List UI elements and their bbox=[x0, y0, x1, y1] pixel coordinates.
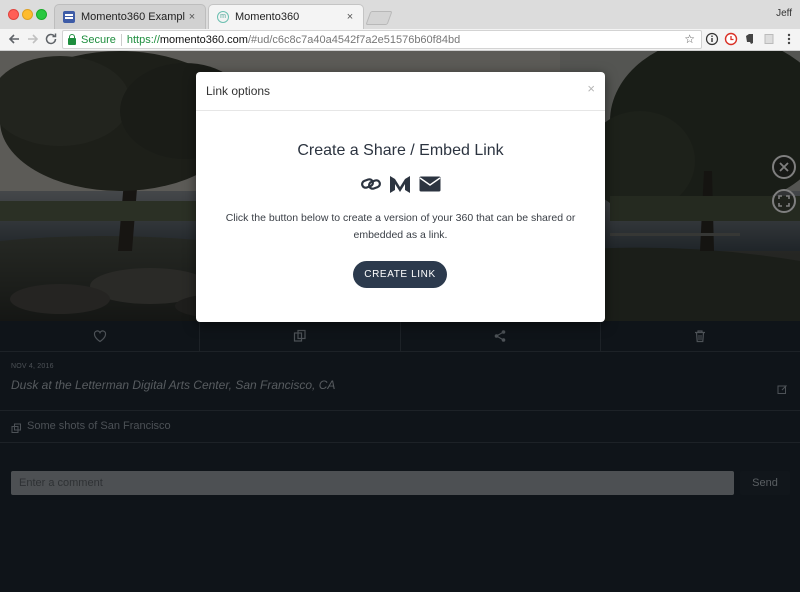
link-options-modal: Link options × Create a Share / Embed Li… bbox=[196, 72, 605, 322]
address-bar[interactable]: Secure https:// momento360.com /#ud/c6c8… bbox=[62, 30, 702, 49]
info-extension-icon[interactable] bbox=[705, 32, 719, 46]
modal-heading: Create a Share / Embed Link bbox=[297, 142, 504, 159]
link-icon bbox=[360, 178, 381, 190]
modal-close-icon[interactable]: × bbox=[587, 81, 595, 96]
page-content: NOV 4, 2016 Dusk at the Letterman Digita… bbox=[0, 51, 800, 592]
momento-logo-icon bbox=[389, 176, 410, 193]
tab-close-icon[interactable]: × bbox=[343, 11, 357, 23]
url-host: momento360.com bbox=[159, 33, 248, 46]
modal-header: Link options × bbox=[196, 72, 605, 111]
reload-icon[interactable] bbox=[43, 31, 59, 47]
envelope-icon bbox=[419, 176, 440, 192]
clock-extension-icon[interactable] bbox=[724, 32, 738, 46]
modal-title: Link options bbox=[206, 84, 271, 98]
forward-arrow-icon[interactable] bbox=[25, 31, 41, 47]
lock-icon bbox=[68, 33, 76, 45]
share-type-icons bbox=[196, 173, 605, 195]
evernote-extension-icon[interactable] bbox=[743, 32, 757, 46]
document-extension-icon[interactable] bbox=[762, 32, 776, 46]
modal-description: Click the button below to create a versi… bbox=[225, 212, 576, 241]
browser-window: Momento360 Examples: Goog × m Momento360… bbox=[0, 0, 800, 592]
url-path: /#ud/c6c8c7a40a4542f7a2e51576b60f84bd bbox=[247, 33, 461, 46]
tab-title: Momento360 bbox=[235, 11, 300, 23]
new-tab-button[interactable] bbox=[365, 11, 393, 25]
google-sites-favicon-icon bbox=[63, 11, 75, 23]
tab-strip: Momento360 Examples: Goog × m Momento360… bbox=[0, 0, 800, 29]
tab-title: Momento360 Examples: Goog bbox=[81, 11, 185, 23]
tab-close-icon[interactable]: × bbox=[185, 11, 199, 23]
tab-momento360[interactable]: m Momento360 × bbox=[208, 4, 364, 29]
menu-kebab-icon[interactable] bbox=[782, 32, 796, 46]
divider bbox=[120, 33, 122, 46]
close-window-button[interactable] bbox=[8, 9, 19, 20]
create-link-button[interactable]: CREATE LINK bbox=[353, 261, 447, 288]
momento360-favicon-icon: m bbox=[217, 11, 229, 23]
profile-name[interactable]: Jeff bbox=[776, 8, 792, 19]
browser-toolbar: Secure https:// momento360.com /#ud/c6c8… bbox=[0, 29, 800, 51]
back-arrow-icon[interactable] bbox=[6, 31, 22, 47]
security-label: Secure bbox=[81, 33, 116, 46]
minimize-window-button[interactable] bbox=[22, 9, 33, 20]
maximize-window-button[interactable] bbox=[36, 9, 47, 20]
bookmark-star-icon[interactable]: ☆ bbox=[684, 32, 695, 46]
tab-momento360-examples[interactable]: Momento360 Examples: Goog × bbox=[54, 4, 206, 29]
url-protocol: https:// bbox=[126, 33, 160, 46]
